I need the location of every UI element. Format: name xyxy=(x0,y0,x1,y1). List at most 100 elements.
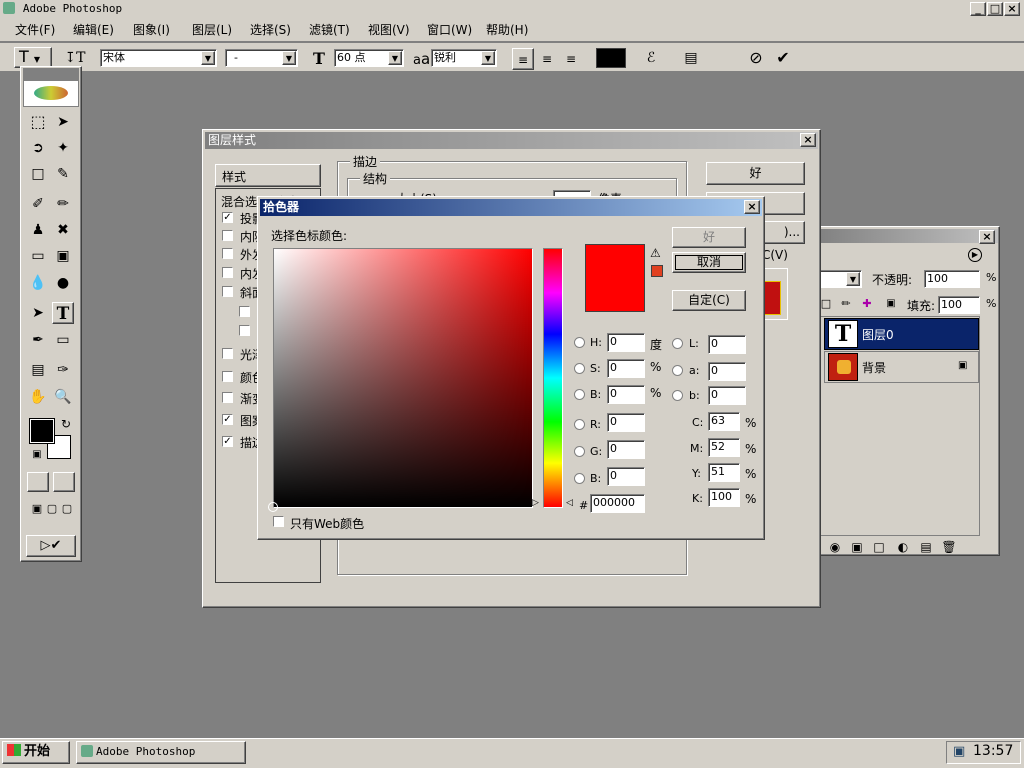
commit-edit-icon[interactable]: ✔ xyxy=(772,47,794,69)
swap-colors-icon[interactable]: ↻ xyxy=(55,413,77,435)
color-picker-ok-button[interactable]: 好 xyxy=(672,227,746,248)
cancel-edit-icon[interactable]: ⊘ xyxy=(745,47,767,69)
type-tool-icon[interactable]: T xyxy=(52,302,74,324)
style-checkbox[interactable] xyxy=(222,230,233,241)
start-button[interactable]: 开始 xyxy=(2,741,70,764)
saturation-input[interactable]: 0 xyxy=(607,359,645,378)
font-family-select[interactable]: 宋体 ▼ xyxy=(100,49,217,67)
tool-preset-picker[interactable]: T ▼ xyxy=(14,47,52,68)
layer-style-ok-button[interactable]: 好 xyxy=(706,162,805,185)
restore-button[interactable]: □ xyxy=(987,2,1003,16)
marquee-tool-icon[interactable]: ⬚ xyxy=(27,111,49,133)
align-right-icon[interactable]: ≡ xyxy=(560,48,582,70)
adobe-feather-icon[interactable] xyxy=(23,80,79,107)
style-checkbox[interactable] xyxy=(222,392,233,403)
web-colors-checkbox[interactable] xyxy=(273,516,284,527)
zoom-tool-icon[interactable]: 🔍 xyxy=(52,386,74,408)
jump-to-imageready-button[interactable]: ▷✔ xyxy=(26,535,76,557)
layer-set-icon[interactable]: □ xyxy=(868,536,890,558)
notes-tool-icon[interactable]: ▤ xyxy=(27,359,49,381)
screen-mode-full-icon[interactable]: ▢ xyxy=(56,498,78,520)
antialias-select[interactable]: 锐利 ▼ xyxy=(431,49,497,67)
stamp-tool-icon[interactable]: ♟ xyxy=(27,219,49,241)
magic-wand-icon[interactable]: ✦ xyxy=(52,137,74,159)
delete-layer-icon[interactable]: 🗑 xyxy=(938,536,960,558)
shape-tool-icon[interactable]: ▭ xyxy=(52,329,74,351)
lab-b-input[interactable]: 0 xyxy=(708,386,746,405)
lock-all-icon[interactable]: ▣ xyxy=(880,293,902,315)
close-layer-style-button[interactable]: × xyxy=(800,133,816,147)
eyedropper-icon[interactable]: ✑ xyxy=(52,359,74,381)
healing-brush-icon[interactable]: ✐ xyxy=(27,193,49,215)
hue-slider-left-handle[interactable]: ▷ xyxy=(532,498,539,508)
blue-input[interactable]: 0 xyxy=(607,467,645,486)
new-layer-icon[interactable]: ▤ xyxy=(915,536,937,558)
blue-radio[interactable] xyxy=(574,473,585,484)
hue-input[interactable]: 0 xyxy=(607,333,645,352)
align-center-icon[interactable]: ≡ xyxy=(536,48,558,70)
taskbar-photoshop[interactable]: Adobe Photoshop xyxy=(76,741,246,764)
hue-slider-right-handle[interactable]: ◁ xyxy=(566,498,573,508)
lab-a-input[interactable]: 0 xyxy=(708,362,746,381)
menu-view[interactable]: 视图(V) xyxy=(368,22,410,39)
menu-window[interactable]: 窗口(W) xyxy=(427,22,472,39)
style-checkbox[interactable] xyxy=(239,306,250,317)
minimize-button[interactable]: _ xyxy=(970,2,986,16)
style-checkbox[interactable] xyxy=(239,325,250,336)
lock-position-icon[interactable]: ✚ xyxy=(856,293,878,315)
green-input[interactable]: 0 xyxy=(607,440,645,459)
layers-panel-menu-icon[interactable]: ▶ xyxy=(968,248,982,262)
network-tray-icon[interactable]: ▣ xyxy=(953,744,965,759)
brightness-input[interactable]: 0 xyxy=(607,385,645,404)
red-input[interactable]: 0 xyxy=(607,413,645,432)
lasso-tool-icon[interactable]: ➲ xyxy=(27,137,49,159)
history-brush-icon[interactable]: ✖ xyxy=(52,219,74,241)
path-select-icon[interactable]: ➤ xyxy=(27,302,49,324)
move-tool-icon[interactable]: ➤ xyxy=(52,111,74,133)
clock[interactable]: 13:57 xyxy=(973,743,1013,759)
menu-edit[interactable]: 编辑(E) xyxy=(73,22,114,39)
close-color-picker-button[interactable]: × xyxy=(744,200,760,214)
color-field[interactable] xyxy=(273,248,533,508)
crop-tool-icon[interactable]: □ xyxy=(27,163,49,185)
style-checkbox[interactable] xyxy=(222,286,233,297)
menu-filter[interactable]: 滤镜(T) xyxy=(309,22,350,39)
lab-a-radio[interactable] xyxy=(672,365,683,376)
lab-l-radio[interactable] xyxy=(672,338,683,349)
palettes-icon[interactable]: ▤ xyxy=(680,47,702,69)
hue-slider[interactable] xyxy=(543,248,563,508)
custom-colors-button[interactable]: 自定(C) xyxy=(672,290,746,311)
menu-select[interactable]: 选择(S) xyxy=(250,22,291,39)
standard-mode-button[interactable] xyxy=(27,472,49,492)
text-color-swatch[interactable] xyxy=(596,48,626,68)
menu-layer[interactable]: 图层(L) xyxy=(192,22,232,39)
menu-help[interactable]: 帮助(H) xyxy=(486,22,528,39)
opacity-input[interactable]: 100 xyxy=(924,270,980,288)
layer-style-icon[interactable]: ◉ xyxy=(824,536,846,558)
green-radio[interactable] xyxy=(574,446,585,457)
slice-tool-icon[interactable]: ✎ xyxy=(52,163,74,185)
gradient-tool-icon[interactable]: ▣ xyxy=(52,245,74,267)
dodge-tool-icon[interactable]: ● xyxy=(52,272,74,294)
blend-mode-select[interactable]: ▼ xyxy=(816,270,862,288)
font-style-select[interactable]: - ▼ xyxy=(225,49,298,67)
gamut-color-swatch[interactable] xyxy=(651,265,663,277)
style-checkbox[interactable] xyxy=(222,267,233,278)
close-app-button[interactable]: × xyxy=(1004,2,1020,16)
hue-radio[interactable] xyxy=(574,337,585,348)
hex-input[interactable]: 000000 xyxy=(590,494,645,513)
eraser-tool-icon[interactable]: ▭ xyxy=(27,245,49,267)
magenta-input[interactable]: 52 xyxy=(708,438,740,457)
color-picker-cancel-button[interactable]: 取消 xyxy=(672,252,746,273)
align-left-icon[interactable]: ≡ xyxy=(512,48,534,70)
close-layers-icon[interactable]: × xyxy=(979,230,995,244)
web-colors-label[interactable]: 只有Web颜色 xyxy=(290,515,364,532)
brush-tool-icon[interactable]: ✏ xyxy=(52,193,74,215)
font-size-select[interactable]: 60 点 ▼ xyxy=(334,49,404,67)
warp-text-icon[interactable]: ℰ xyxy=(640,47,662,69)
cyan-input[interactable]: 63 xyxy=(708,412,740,431)
preview-label[interactable]: C(V) xyxy=(762,248,788,262)
style-checkbox[interactable] xyxy=(222,348,233,359)
style-checkbox[interactable] xyxy=(222,371,233,382)
adjustment-layer-icon[interactable]: ◐ xyxy=(892,536,914,558)
